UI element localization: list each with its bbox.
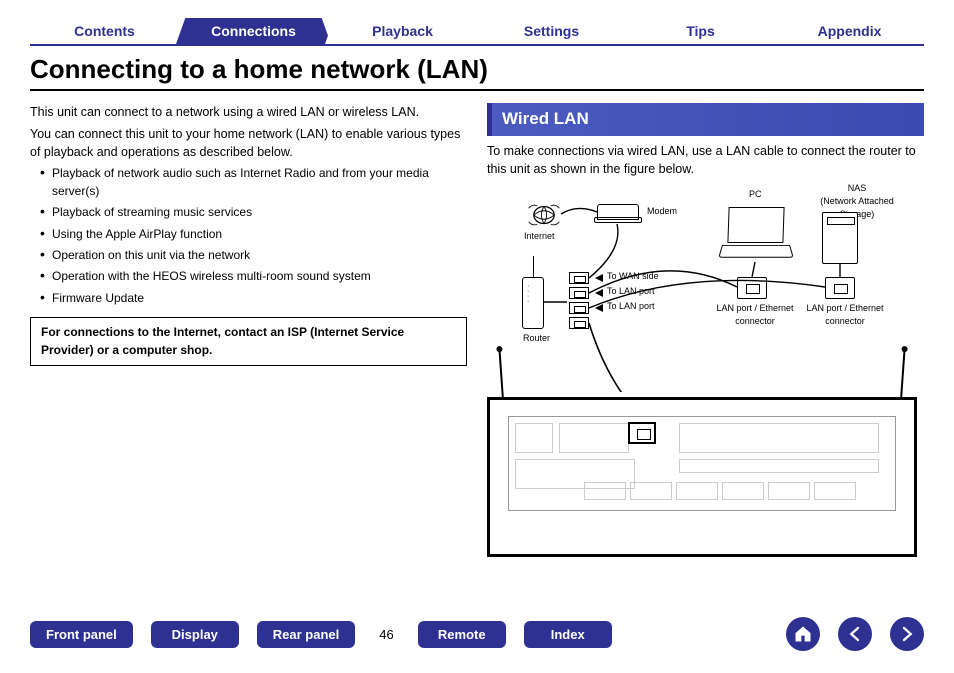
router-icon: ····: [522, 277, 544, 329]
arrow-icon: [595, 274, 603, 282]
receiver-rear-panel: [487, 397, 917, 557]
intro-p1: This unit can connect to a network using…: [30, 103, 467, 121]
wired-lan-intro: To make connections via wired LAN, use a…: [487, 142, 924, 178]
tab-playback[interactable]: Playback: [325, 18, 480, 44]
page-number: 46: [373, 627, 399, 642]
feature-list: Playback of network audio such as Intern…: [30, 165, 467, 307]
right-column: Wired LAN To make connections via wired …: [487, 103, 924, 562]
home-icon[interactable]: [786, 617, 820, 651]
laptop-icon: [722, 207, 790, 261]
prev-page-icon[interactable]: [838, 617, 872, 651]
nas-icon: [822, 212, 858, 264]
tab-tips[interactable]: Tips: [623, 18, 778, 44]
list-item: Firmware Update: [40, 290, 467, 307]
to-lan-label: To LAN port: [607, 285, 655, 298]
intro-p2: You can connect this unit to your home n…: [30, 125, 467, 161]
wired-lan-heading: Wired LAN: [487, 103, 924, 136]
index-button[interactable]: Index: [524, 621, 612, 648]
pc-label: PC: [749, 188, 762, 201]
internet-label: Internet: [524, 230, 555, 243]
receiver-network-port: [628, 422, 656, 444]
bottom-nav: Front panel Display Rear panel 46 Remote…: [30, 617, 924, 651]
remote-button[interactable]: Remote: [418, 621, 506, 648]
list-item: Using the Apple AirPlay function: [40, 226, 467, 243]
lan-eth-label: LAN port / Ethernet connector: [712, 302, 798, 328]
to-lan-label: To LAN port: [607, 300, 655, 313]
top-tabs: Contents Connections Playback Settings T…: [30, 18, 924, 46]
front-panel-button[interactable]: Front panel: [30, 621, 133, 648]
display-button[interactable]: Display: [151, 621, 239, 648]
modem-label: Modem: [647, 205, 677, 218]
lan-eth-label: LAN port / Ethernet connector: [802, 302, 888, 328]
internet-icon: [527, 202, 561, 228]
ethernet-port-icon: [737, 277, 767, 299]
isp-note: For connections to the Internet, contact…: [30, 317, 467, 366]
tab-settings[interactable]: Settings: [474, 18, 629, 44]
arrow-icon: [595, 289, 603, 297]
modem-icon: [597, 204, 639, 220]
next-page-icon[interactable]: [890, 617, 924, 651]
list-item: Operation with the HEOS wireless multi-r…: [40, 268, 467, 285]
tab-contents[interactable]: Contents: [27, 18, 182, 44]
list-item: Playback of streaming music services: [40, 204, 467, 221]
list-item: Operation on this unit via the network: [40, 247, 467, 264]
tab-connections[interactable]: Connections: [176, 18, 331, 44]
rear-panel-button[interactable]: Rear panel: [257, 621, 355, 648]
left-column: This unit can connect to a network using…: [30, 103, 467, 562]
to-wan-label: To WAN side: [607, 270, 659, 283]
tab-appendix[interactable]: Appendix: [772, 18, 927, 44]
switch-ports: [569, 272, 589, 332]
arrow-icon: [595, 304, 603, 312]
antenna-icon: [499, 350, 504, 400]
antenna-icon: [900, 350, 905, 400]
page-title: Connecting to a home network (LAN): [30, 54, 924, 91]
router-label: Router: [523, 332, 550, 345]
ethernet-port-icon: [825, 277, 855, 299]
wired-lan-diagram: Internet Modem PC NAS (Network Attached …: [487, 182, 924, 562]
list-item: Playback of network audio such as Intern…: [40, 165, 467, 200]
